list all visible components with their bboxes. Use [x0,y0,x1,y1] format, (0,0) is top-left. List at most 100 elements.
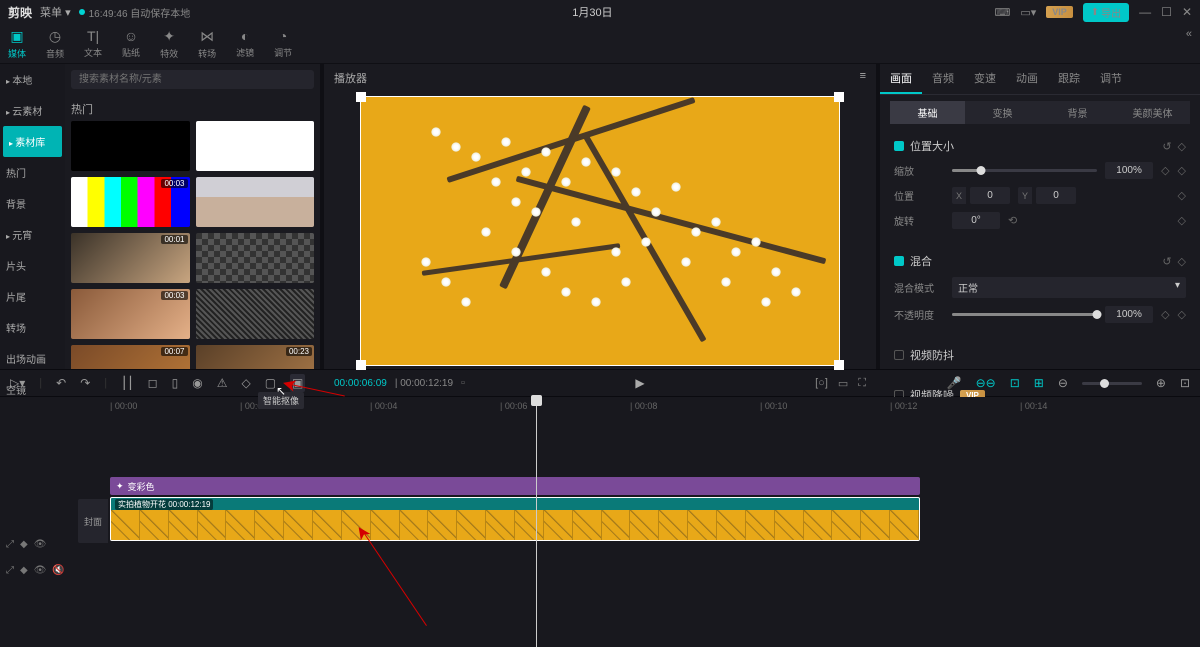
sidebar-item[interactable]: 片尾 [0,281,65,312]
original-ratio-icon[interactable]: [○] [815,377,828,390]
fullscreen-icon[interactable]: ⛶ [858,377,866,390]
delete-left-icon[interactable]: ◻ [148,376,158,390]
toolbar-特效[interactable]: ✦特效 [160,28,178,60]
scale-input[interactable] [1105,162,1153,179]
eye-icon[interactable]: 👁 [34,539,47,550]
toolbar-文本[interactable]: T|文本 [84,28,102,60]
mic-icon[interactable]: 🎤 [947,376,962,390]
menu-dropdown[interactable]: 菜单 ▾ [40,4,71,20]
redo-icon[interactable]: ↷ [80,376,90,390]
close-button[interactable]: ✕ [1182,5,1192,19]
sidebar-item[interactable]: 本地 [0,64,65,95]
stepper-icon[interactable]: ◇ [1161,308,1169,321]
sidebar-item[interactable]: 素材库 [3,126,62,157]
media-thumb[interactable] [196,177,315,227]
ratio-icon[interactable]: ▭ [838,377,848,390]
keyframe-icon[interactable]: ◇ [1178,164,1186,177]
keyframe-icon[interactable]: ◇ [1178,214,1186,227]
keyframe-icon[interactable]: ◇ [1178,189,1186,202]
media-thumb[interactable] [71,121,190,171]
mirror-icon[interactable]: ⚠ [217,376,228,390]
prop-subtab[interactable]: 变换 [965,101,1040,124]
crop-icon[interactable]: ▢ [265,376,276,390]
sidebar-item[interactable]: 片头 [0,250,65,281]
checkbox-icon[interactable] [894,256,904,266]
prop-tab[interactable]: 画面 [880,64,922,94]
export-button[interactable]: ⬆ 导出 [1083,3,1129,22]
pointer-tool-icon[interactable]: ▷▾ [10,376,25,390]
toolbar-调节[interactable]: ◔调节 [274,28,292,60]
keyframe-icon[interactable]: ◇ [1178,140,1186,153]
sidebar-item[interactable]: 转场 [0,312,65,343]
preview-canvas[interactable] [360,96,840,366]
prop-tab[interactable]: 动画 [1006,64,1048,94]
prop-tab[interactable]: 跟踪 [1048,64,1090,94]
sidebar-item[interactable]: 云素材 [0,95,65,126]
undo-icon[interactable]: ↶ [56,376,66,390]
media-thumb[interactable] [196,121,315,171]
toolbar-媒体[interactable]: ▣媒体 [8,28,26,60]
vip-badge[interactable]: VIP [1046,6,1073,18]
pos-y-input[interactable] [1036,187,1076,204]
media-thumb[interactable]: 00:23 [196,345,315,369]
minimize-button[interactable]: — [1139,5,1151,19]
magnet-icon[interactable]: ⊖⊖ [976,376,996,390]
lock-icon[interactable]: ⤢ [6,539,14,550]
prop-subtab[interactable]: 基础 [890,101,965,124]
effect-clip[interactable]: ✦ 变彩色 [110,477,920,495]
resize-handle[interactable] [356,92,366,102]
toolbar-贴纸[interactable]: ☺贴纸 [122,28,140,60]
toolbar-滤镜[interactable]: ◐滤镜 [236,28,254,60]
lock-icon[interactable]: ⤢ [6,565,14,576]
prop-subtab[interactable]: 背景 [1040,101,1115,124]
reset-icon[interactable]: ↺ [1162,140,1171,153]
media-thumb[interactable]: 00:01 [71,233,190,283]
toolbar-音频[interactable]: ◷音频 [46,28,64,60]
cover-button[interactable]: 封面 [78,499,108,543]
media-thumb[interactable]: 00:07 [71,345,190,369]
media-thumb[interactable] [196,233,315,283]
media-thumb[interactable]: 00:03 [71,289,190,339]
rotate-icon[interactable]: ⟲ [1008,214,1017,227]
reset-icon[interactable]: ↺ [1162,255,1171,268]
zoom-in-icon[interactable]: ⊕ [1156,376,1166,390]
search-input[interactable] [71,70,314,89]
prop-tab[interactable]: 变速 [964,64,1006,94]
media-thumb[interactable] [196,289,315,339]
media-thumb[interactable]: 00:03 [71,177,190,227]
rotate-icon[interactable]: ◇ [241,376,250,390]
playhead[interactable] [536,397,537,647]
opacity-slider[interactable] [952,313,1097,316]
preview-icon[interactable]: ⊞ [1034,376,1044,390]
prop-tab[interactable]: 调节 [1090,64,1132,94]
timeline-ruler[interactable]: | 00:00| 00:02| 00:04| 00:06| 00:08| 00:… [80,397,1200,417]
resize-handle[interactable] [356,360,366,370]
keyframe-icon[interactable]: ◇ [1178,308,1186,321]
zoom-out-icon[interactable]: ⊖ [1058,376,1068,390]
checkbox-icon[interactable] [894,141,904,151]
preview-menu-icon[interactable]: ≡ [860,70,866,86]
rotate-input[interactable] [952,212,1000,229]
play-button[interactable]: ▶ [635,376,644,390]
collapse-icon[interactable]: « [1186,28,1192,40]
toolbar-转场[interactable]: ⋈转场 [198,28,216,60]
keyframe-icon[interactable]: ◇ [1178,255,1186,268]
sidebar-item[interactable]: 元宵 [0,219,65,250]
checkbox-icon[interactable] [894,350,904,360]
stepper-icon[interactable]: ◇ [1161,164,1169,177]
eye-icon[interactable]: 👁 [34,565,47,576]
prop-subtab[interactable]: 美颜美体 [1115,101,1190,124]
fit-icon[interactable]: ⊡ [1180,376,1190,390]
delete-right-icon[interactable]: ▯ [172,376,179,390]
shortcut-icon[interactable]: ⌨ [994,6,1010,19]
resize-handle[interactable] [834,360,844,370]
freeze-icon[interactable]: ◉ [192,376,202,390]
sidebar-item[interactable]: 出场动画 [0,343,65,374]
scale-slider[interactable] [952,169,1097,172]
sidebar-item[interactable]: 热门 [0,157,65,188]
opacity-input[interactable] [1105,306,1153,323]
zoom-slider[interactable] [1082,382,1142,385]
pos-x-input[interactable] [970,187,1010,204]
video-clip[interactable]: 实拍植物开花 00:00:12:19 [110,497,920,541]
layout-icon[interactable]: ▭▾ [1020,6,1036,19]
